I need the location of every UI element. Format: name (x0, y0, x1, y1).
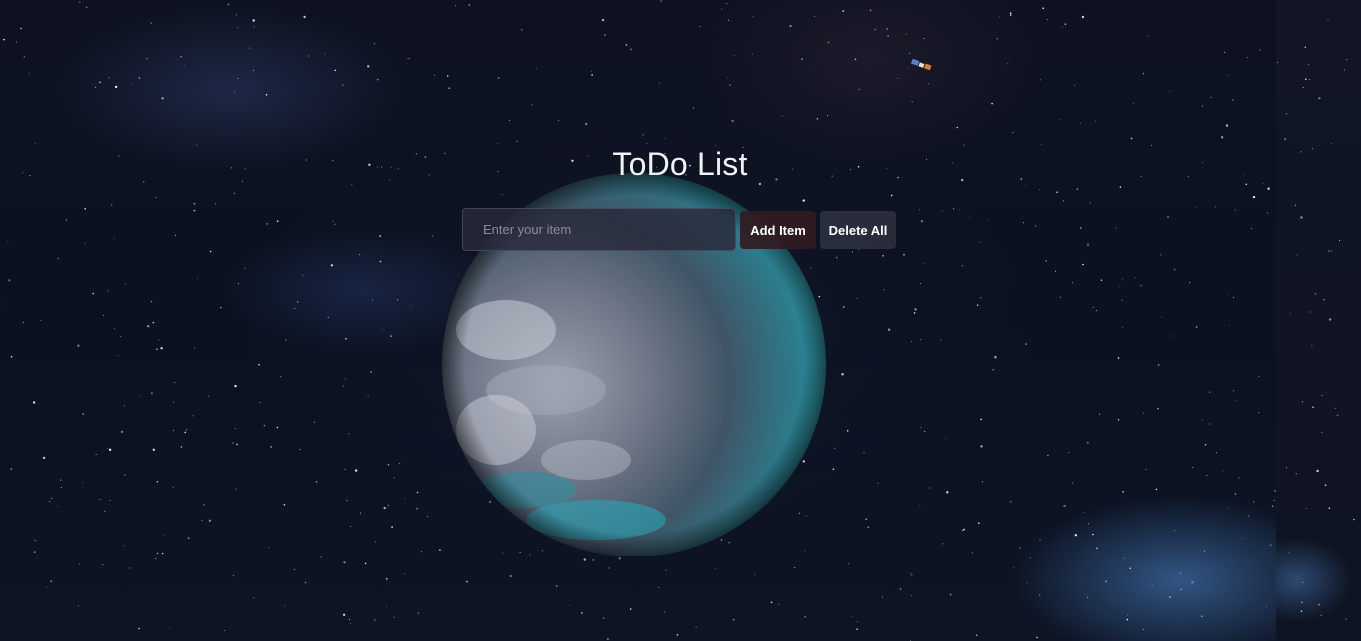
item-input[interactable] (462, 208, 736, 251)
page-title: ToDo List (612, 146, 748, 182)
app-viewport: ToDo List Add Item Delete All (0, 0, 1361, 641)
add-item-button[interactable]: Add Item (740, 211, 816, 249)
delete-all-button[interactable]: Delete All (820, 211, 896, 249)
todo-app: ToDo List Add Item Delete All (0, 0, 1361, 641)
